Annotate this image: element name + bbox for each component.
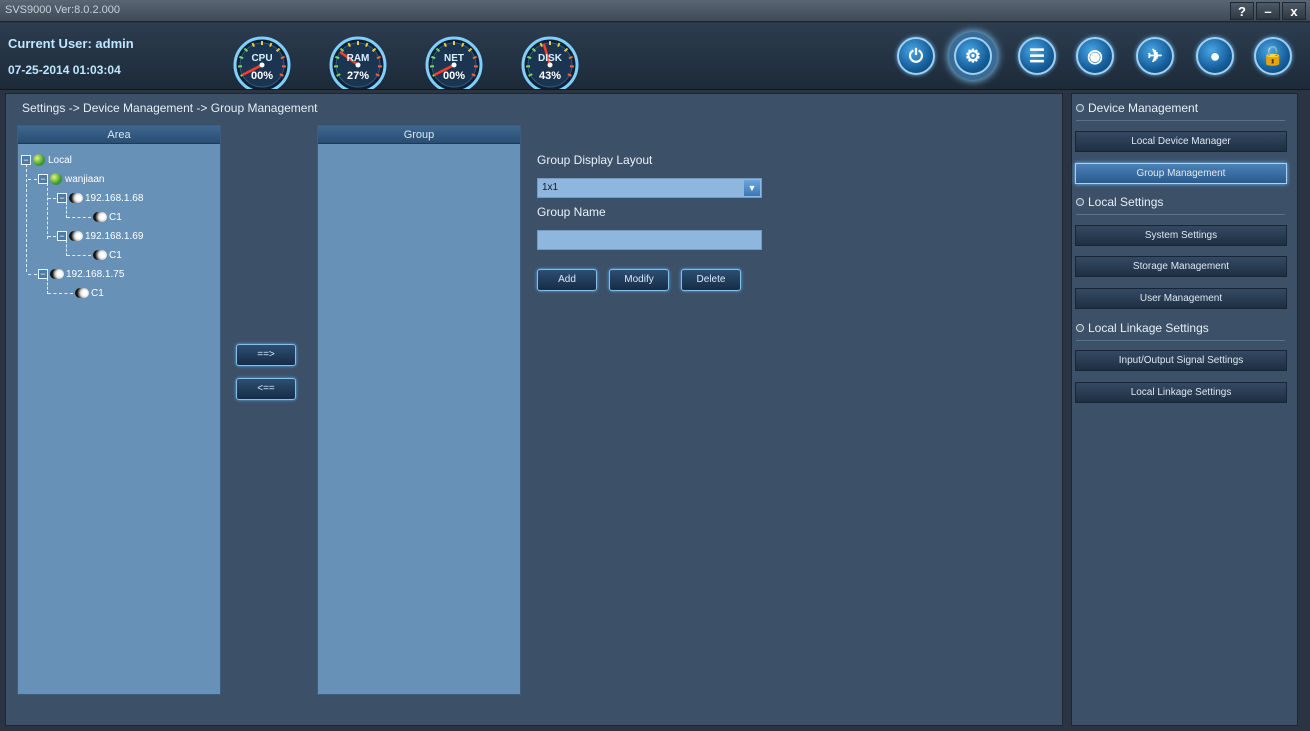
divider [1076,120,1285,121]
playback-icon[interactable]: ◉ [1076,37,1114,75]
main-panel: Settings -> Device Management -> Group M… [5,93,1063,726]
section-title: Local Settings [1088,195,1164,209]
tree-node-label: 192.168.1.69 [85,230,144,242]
tree-node[interactable]: C1 [67,247,122,263]
delete-button[interactable]: Delete [681,269,741,291]
collapse-toggle[interactable]: − [21,155,31,165]
group-display-layout-label: Group Display Layout [537,153,653,167]
add-to-group-button[interactable]: ==> [236,344,296,366]
device-icon [50,269,64,279]
power-icon[interactable]: ⏻ [897,37,935,75]
group-management-button[interactable]: Group Management [1075,163,1287,184]
group-panel: Group [317,125,521,695]
chevron-down-icon[interactable]: ▼ [744,180,760,196]
help-button[interactable]: ? [1230,2,1254,20]
collapse-toggle[interactable]: − [38,174,48,184]
window-title: SVS9000 Ver:8.0.2.000 [5,4,120,16]
collapse-toggle[interactable]: − [57,193,67,203]
net-gauge-value: 00% [442,70,466,82]
section-device-management[interactable]: Device Management [1076,101,1198,115]
tree-node-label: C1 [109,211,122,223]
tree-node[interactable]: − Local [21,152,72,168]
group-display-layout-select[interactable]: 1x1 ▼ [537,178,762,198]
collapse-toggle[interactable]: − [57,231,67,241]
camera-channel-icon [93,250,107,260]
log-search-icon[interactable]: ☰ [1018,37,1056,75]
storage-management-button[interactable]: Storage Management [1075,256,1287,277]
cpu-gauge-value: 00% [250,70,274,82]
group-name-label: Group Name [537,205,606,219]
area-panel-header: Area [18,126,220,144]
settings-icon[interactable]: ⚙ [954,37,992,75]
breadcrumb: Settings -> Device Management -> Group M… [22,101,318,115]
tree-node-label: 192.168.1.75 [66,268,125,280]
cpu-gauge: CPU 00% [230,35,294,89]
divider [1076,340,1285,341]
disk-gauge-label: DISK [538,53,562,64]
io-signal-settings-button[interactable]: Input/Output Signal Settings [1075,350,1287,371]
globe-icon [50,173,62,185]
tree-node[interactable]: − 192.168.1.69 [48,228,143,244]
section-local-linkage-settings[interactable]: Local Linkage Settings [1076,321,1209,335]
tree-node[interactable]: − 192.168.1.68 [48,190,143,206]
close-button[interactable]: x [1282,2,1306,20]
tree-node[interactable]: − wanjiaan [28,171,104,187]
local-linkage-settings-button[interactable]: Local Linkage Settings [1075,382,1287,403]
add-button[interactable]: Add [537,269,597,291]
map-icon[interactable]: ✈ [1136,37,1174,75]
settings-sidebar: Device Management Local Device Manager G… [1071,93,1298,726]
title-bar: SVS9000 Ver:8.0.2.000 ? – x [0,0,1310,22]
system-settings-button[interactable]: System Settings [1075,225,1287,246]
collapse-toggle[interactable]: − [38,269,48,279]
section-title: Device Management [1088,101,1199,115]
device-icon [69,193,83,203]
minimize-button[interactable]: – [1256,2,1280,20]
current-user: Current User: admin [8,36,134,51]
window-controls: ? – x [1230,2,1306,20]
disk-gauge-value: 43% [538,70,562,82]
group-display-layout-value: 1x1 [542,182,559,193]
group-panel-header: Group [318,126,520,144]
local-device-manager-button[interactable]: Local Device Manager [1075,131,1287,152]
camera-channel-icon [75,288,89,298]
device-icon [69,231,83,241]
net-gauge-label: NET [444,53,464,64]
camera-channel-icon [93,212,107,222]
remove-from-group-button[interactable]: <== [236,378,296,400]
tree-node-label: wanjiaan [65,173,105,185]
section-title: Local Linkage Settings [1088,321,1209,335]
radio-dot-icon [1076,198,1084,206]
camera-icon[interactable]: ● [1196,37,1234,75]
ram-gauge: RAM 27% [326,35,390,89]
modify-button[interactable]: Modify [609,269,669,291]
globe-icon [33,154,45,166]
user-management-button[interactable]: User Management [1075,288,1287,309]
tree-node[interactable]: C1 [48,285,104,301]
net-gauge: NET 00% [422,35,486,89]
section-local-settings[interactable]: Local Settings [1076,195,1163,209]
tree-node[interactable]: C1 [67,209,122,225]
tree-node-label: C1 [109,249,122,261]
group-name-input[interactable] [537,230,762,250]
radio-dot-icon [1076,104,1084,112]
tree-node-label: 192.168.1.68 [85,192,144,204]
tree-node-label: C1 [91,287,104,299]
cpu-gauge-label: CPU [251,53,273,64]
tree-connector [26,164,27,272]
header: Current User: admin 07-25-2014 01:03:04 … [0,23,1310,90]
radio-dot-icon [1076,324,1084,332]
lock-icon[interactable]: 🔓 [1254,37,1292,75]
ram-gauge-label: RAM [346,53,370,64]
datetime: 07-25-2014 01:03:04 [8,63,121,77]
tree-node[interactable]: − 192.168.1.75 [28,266,124,282]
ram-gauge-value: 27% [346,70,370,82]
disk-gauge: DISK 43% [518,35,582,89]
area-panel: Area − Local − wanjiaan − 192.168.1.68 C… [17,125,221,695]
divider [1076,214,1285,215]
tree-node-label: Local [48,154,72,166]
